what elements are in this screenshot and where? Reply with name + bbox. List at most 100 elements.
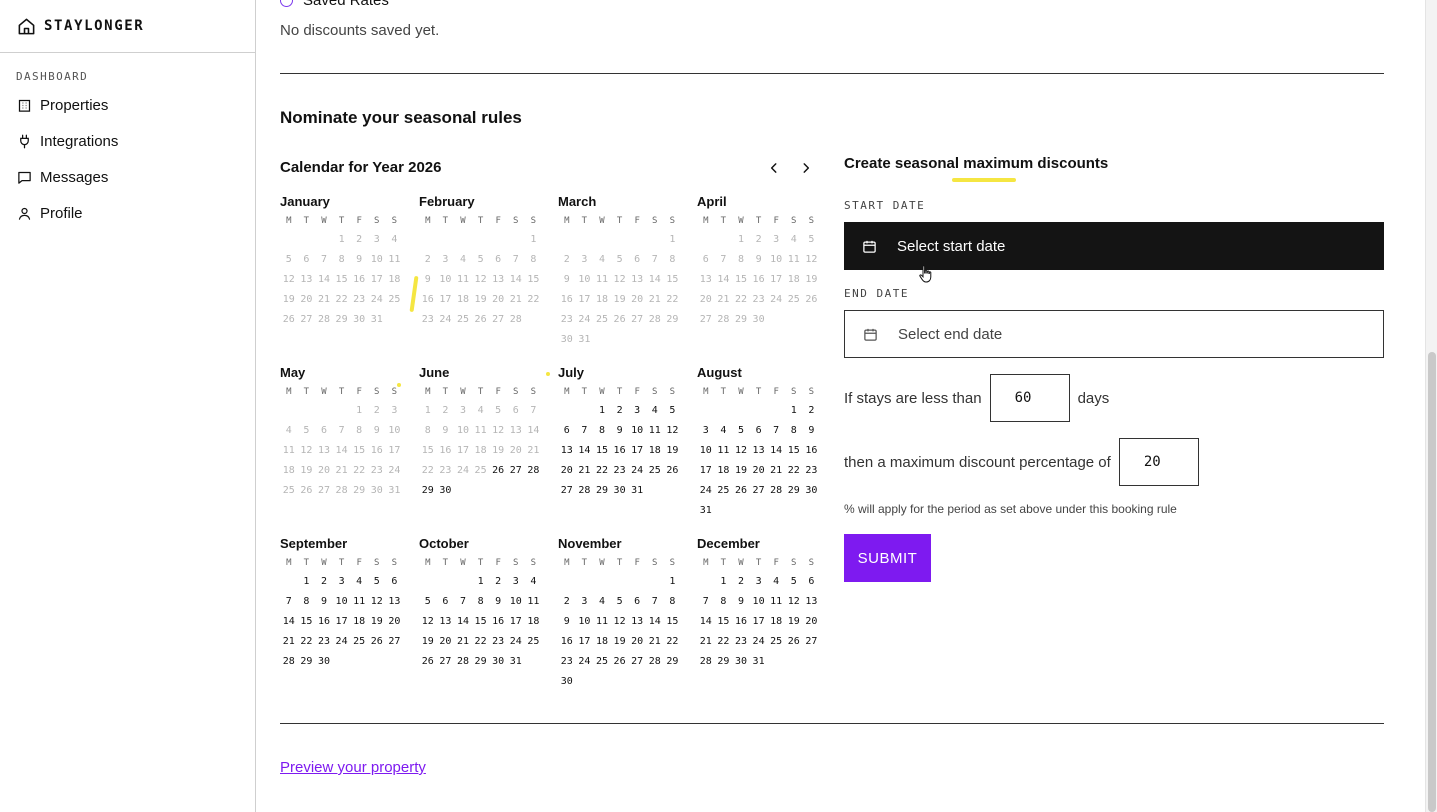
day-cell[interactable]: 30 [803, 481, 821, 501]
day-cell[interactable]: 15 [472, 612, 490, 632]
end-date-field[interactable]: Select end date [844, 310, 1384, 358]
day-cell[interactable]: 10 [697, 441, 715, 461]
day-cell[interactable]: 13 [386, 592, 404, 612]
day-cell[interactable]: 30 [558, 672, 576, 692]
day-cell[interactable]: 19 [419, 632, 437, 652]
day-cell[interactable]: 24 [333, 632, 351, 652]
day-cell[interactable]: 23 [611, 461, 629, 481]
day-cell[interactable]: 7 [454, 592, 472, 612]
day-cell[interactable]: 22 [715, 632, 733, 652]
day-cell[interactable]: 13 [803, 592, 821, 612]
day-cell[interactable]: 23 [558, 652, 576, 672]
day-cell[interactable]: 22 [298, 632, 316, 652]
day-cell[interactable]: 14 [280, 612, 298, 632]
day-cell[interactable]: 8 [298, 592, 316, 612]
day-cell[interactable]: 26 [785, 632, 803, 652]
day-cell[interactable]: 17 [576, 632, 594, 652]
day-cell[interactable]: 20 [750, 461, 768, 481]
day-cell[interactable]: 2 [732, 572, 750, 592]
day-cell[interactable]: 13 [558, 441, 576, 461]
day-cell[interactable]: 24 [628, 461, 646, 481]
day-cell[interactable]: 20 [803, 612, 821, 632]
day-cell[interactable]: 9 [558, 612, 576, 632]
day-cell[interactable]: 15 [593, 441, 611, 461]
day-cell[interactable]: 10 [333, 592, 351, 612]
day-cell[interactable]: 16 [611, 441, 629, 461]
day-cell[interactable]: 24 [750, 632, 768, 652]
day-cell[interactable]: 14 [576, 441, 594, 461]
scrollbar-thumb[interactable] [1428, 352, 1436, 812]
day-cell[interactable]: 20 [437, 632, 455, 652]
day-cell[interactable]: 25 [350, 632, 368, 652]
day-cell[interactable]: 3 [576, 592, 594, 612]
day-cell[interactable]: 26 [664, 461, 682, 481]
sidebar-item-profile[interactable]: Profile [0, 195, 255, 231]
day-cell[interactable]: 29 [472, 652, 490, 672]
day-cell[interactable]: 6 [628, 592, 646, 612]
day-cell[interactable]: 11 [593, 612, 611, 632]
day-cell[interactable]: 11 [646, 421, 664, 441]
day-cell[interactable]: 18 [350, 612, 368, 632]
day-cell[interactable]: 25 [767, 632, 785, 652]
day-cell[interactable]: 29 [785, 481, 803, 501]
day-cell[interactable]: 2 [558, 592, 576, 612]
day-cell[interactable]: 25 [593, 652, 611, 672]
day-cell[interactable]: 4 [715, 421, 733, 441]
day-cell[interactable]: 20 [558, 461, 576, 481]
day-cell[interactable]: 23 [732, 632, 750, 652]
discount-input[interactable] [1118, 438, 1199, 486]
day-cell[interactable]: 8 [472, 592, 490, 612]
day-cell[interactable]: 15 [785, 441, 803, 461]
day-cell[interactable]: 4 [350, 572, 368, 592]
day-cell[interactable]: 31 [697, 501, 715, 521]
day-cell[interactable]: 12 [785, 592, 803, 612]
day-cell[interactable]: 19 [664, 441, 682, 461]
day-cell[interactable]: 22 [664, 632, 682, 652]
day-cell[interactable]: 26 [419, 652, 437, 672]
day-cell[interactable]: 1 [715, 572, 733, 592]
day-cell[interactable]: 9 [803, 421, 821, 441]
day-cell[interactable]: 24 [576, 652, 594, 672]
day-cell[interactable]: 1 [472, 572, 490, 592]
day-cell[interactable]: 30 [611, 481, 629, 501]
day-cell[interactable]: 19 [732, 461, 750, 481]
sidebar-item-properties[interactable]: Properties [0, 87, 255, 123]
day-cell[interactable]: 27 [803, 632, 821, 652]
day-cell[interactable]: 5 [664, 401, 682, 421]
day-cell[interactable]: 5 [368, 572, 386, 592]
submit-button[interactable]: SUBMIT [844, 534, 931, 582]
day-cell[interactable]: 4 [593, 592, 611, 612]
day-cell[interactable]: 2 [611, 401, 629, 421]
day-cell[interactable]: 21 [454, 632, 472, 652]
day-cell[interactable]: 7 [576, 421, 594, 441]
day-cell[interactable]: 9 [489, 592, 507, 612]
day-cell[interactable]: 26 [368, 632, 386, 652]
day-cell[interactable]: 18 [646, 441, 664, 461]
day-cell[interactable]: 18 [767, 612, 785, 632]
day-cell[interactable]: 8 [785, 421, 803, 441]
day-cell[interactable]: 28 [576, 481, 594, 501]
day-cell[interactable]: 20 [386, 612, 404, 632]
day-cell[interactable]: 6 [386, 572, 404, 592]
day-cell[interactable]: 9 [611, 421, 629, 441]
day-cell[interactable]: 3 [750, 572, 768, 592]
day-cell[interactable]: 1 [664, 572, 682, 592]
day-cell[interactable]: 21 [767, 461, 785, 481]
day-cell[interactable]: 23 [803, 461, 821, 481]
day-cell[interactable]: 3 [333, 572, 351, 592]
preview-property-link[interactable]: Preview your property [280, 759, 426, 776]
sidebar-item-integrations[interactable]: Integrations [0, 123, 255, 159]
day-cell[interactable]: 30 [437, 481, 455, 501]
day-cell[interactable]: 28 [646, 652, 664, 672]
day-cell[interactable]: 15 [715, 612, 733, 632]
day-cell[interactable]: 22 [785, 461, 803, 481]
day-cell[interactable]: 17 [333, 612, 351, 632]
sidebar-item-messages[interactable]: Messages [0, 159, 255, 195]
day-cell[interactable]: 26 [489, 461, 507, 481]
day-cell[interactable]: 13 [437, 612, 455, 632]
day-cell[interactable]: 11 [715, 441, 733, 461]
day-cell[interactable]: 8 [715, 592, 733, 612]
day-cell[interactable]: 31 [750, 652, 768, 672]
start-date-field[interactable]: Select start date [844, 222, 1384, 270]
day-cell[interactable]: 14 [767, 441, 785, 461]
